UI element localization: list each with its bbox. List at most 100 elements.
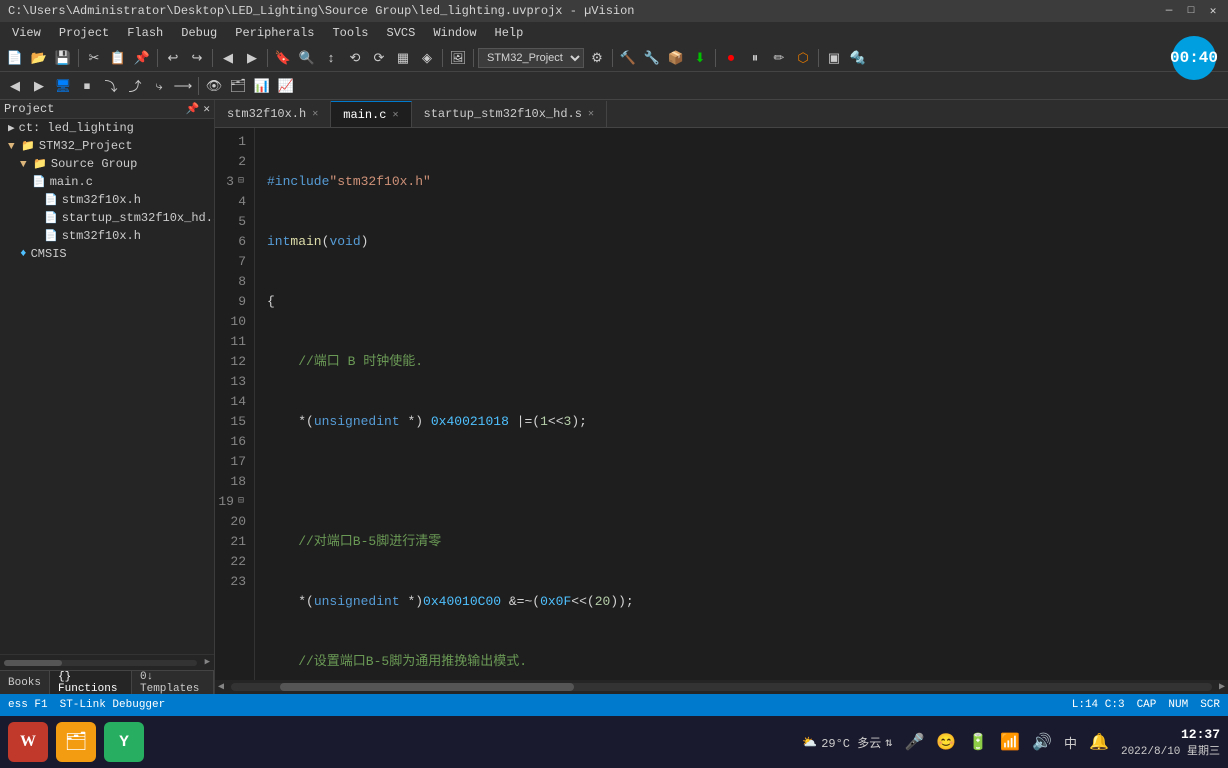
menu-peripherals[interactable]: Peripherals: [227, 24, 322, 42]
menu-view[interactable]: View: [4, 24, 49, 42]
menu-svcs[interactable]: SVCS: [379, 24, 424, 42]
nav-back-btn[interactable]: ◀: [217, 47, 239, 69]
sidebar-scroll-controls: ▶: [0, 654, 214, 670]
nav-fwd-btn[interactable]: ▶: [241, 47, 263, 69]
target-select[interactable]: STM32_Project: [478, 48, 584, 68]
taskbar-wps-btn[interactable]: W: [8, 722, 48, 762]
perf-btn[interactable]: 📈: [275, 75, 297, 97]
img-btn[interactable]: 🖼: [447, 47, 469, 69]
code-line-2: int main(void): [267, 232, 1228, 252]
scroll-right-arrow[interactable]: ▶: [201, 655, 214, 670]
tree-item-source-group[interactable]: ▼ 📁 Source Group: [0, 155, 214, 173]
hscroll-track[interactable]: [231, 683, 1212, 691]
tab-close-main-c[interactable]: ✕: [392, 109, 398, 121]
tree-label-startup: startup_stm32f10x_hd.s: [62, 211, 214, 225]
sidebar-tab-templates[interactable]: 0↓ Templates: [132, 671, 214, 694]
reg-btn[interactable]: 📊: [251, 75, 273, 97]
tree-item-stm32-project[interactable]: ▼ 📁 STM32_Project: [0, 137, 214, 155]
battery-icon[interactable]: 🔋: [968, 732, 988, 752]
step-over[interactable]: ⤴: [124, 75, 146, 97]
tree-item-main-c[interactable]: 📄 main.c: [0, 173, 214, 191]
code-editor[interactable]: 1 2 3⊟ 4 5 6 7 8 9 10 11 12 13 14 15 16: [215, 128, 1228, 680]
tree-item-stm32h2[interactable]: 📄 stm32f10x.h: [0, 227, 214, 245]
notification-icon[interactable]: 🔔: [1089, 732, 1109, 752]
sep4: [267, 49, 268, 67]
mic-icon[interactable]: 🎤: [904, 732, 924, 752]
load-btn2[interactable]: 🖥: [52, 75, 74, 97]
open-btn[interactable]: 📂: [28, 47, 50, 69]
menu-debug[interactable]: Debug: [173, 24, 225, 42]
cut-btn[interactable]: ✂: [83, 47, 105, 69]
menu-help[interactable]: Help: [487, 24, 532, 42]
menu-window[interactable]: Window: [425, 24, 484, 42]
sidebar-tab-functions[interactable]: {} Functions: [50, 671, 132, 694]
memory-btn[interactable]: 🗂: [227, 75, 249, 97]
wifi-icon[interactable]: 📶: [1000, 732, 1020, 752]
run-cursor[interactable]: ⟶: [172, 75, 194, 97]
lang-icon[interactable]: 中: [1064, 733, 1077, 752]
sidebar-close-icon[interactable]: ✕: [203, 102, 210, 116]
more3-btn[interactable]: ▦: [392, 47, 414, 69]
sidebar-title: Project: [4, 102, 54, 116]
more4-btn[interactable]: ◈: [416, 47, 438, 69]
stop-btn[interactable]: ⏹: [76, 75, 98, 97]
hscroll-thumb[interactable]: [280, 683, 574, 691]
watch-btn[interactable]: 👁: [203, 75, 225, 97]
taskbar-files-btn[interactable]: 🗂: [56, 722, 96, 762]
debug-circle-btn[interactable]: ⏸: [744, 47, 766, 69]
close-btn[interactable]: ✕: [1206, 4, 1220, 18]
ref-btn[interactable]: ↕: [320, 47, 342, 69]
minimize-btn[interactable]: —: [1162, 4, 1176, 18]
display-btn[interactable]: ▣: [823, 47, 845, 69]
show-btn1[interactable]: ◀: [4, 75, 26, 97]
settings-btn[interactable]: 🔩: [847, 47, 869, 69]
titlebar-controls: — □ ✕: [1162, 4, 1220, 18]
step-out[interactable]: ⤷: [148, 75, 170, 97]
tab-main-c[interactable]: main.c ✕: [331, 101, 411, 127]
tab-stm32h[interactable]: stm32f10x.h ✕: [215, 101, 331, 127]
tree-item-stm32h1[interactable]: 📄 stm32f10x.h: [0, 191, 214, 209]
load-btn[interactable]: ⬇: [689, 47, 711, 69]
tab-close-stm32h[interactable]: ✕: [312, 108, 318, 120]
weather-temp: 29°C 多云: [821, 734, 881, 751]
volume-icon[interactable]: 🔊: [1032, 732, 1052, 752]
maximize-btn[interactable]: □: [1184, 4, 1198, 18]
tree-item-cmsis[interactable]: ♦ CMSIS: [0, 245, 214, 263]
menu-tools[interactable]: Tools: [324, 24, 376, 42]
sidebar-pin-icon[interactable]: 📌: [186, 102, 200, 116]
menu-project[interactable]: Project: [51, 24, 117, 42]
paste-btn[interactable]: 📌: [131, 47, 153, 69]
debug-pen-btn[interactable]: ✏: [768, 47, 790, 69]
tree-item-startup[interactable]: 📄 startup_stm32f10x_hd.s: [0, 209, 214, 227]
build-btn[interactable]: 🔨: [617, 47, 639, 69]
target-opt-btn[interactable]: ⚙: [586, 47, 608, 69]
menu-flash[interactable]: Flash: [119, 24, 171, 42]
copy-btn[interactable]: 📋: [107, 47, 129, 69]
redo-btn[interactable]: ↪: [186, 47, 208, 69]
tree-item-project-root[interactable]: ▶ ct: led_lighting: [0, 119, 214, 137]
horizontal-scrollbar[interactable]: ◀ ▶: [215, 680, 1228, 694]
debug-mode-btn[interactable]: ⬡: [792, 47, 814, 69]
emoji-icon[interactable]: 😊: [936, 732, 956, 752]
sidebar-tab-books[interactable]: Books: [0, 671, 50, 694]
taskbar-note-btn[interactable]: Y: [104, 722, 144, 762]
tab-startup[interactable]: startup_stm32f10x_hd.s ✕: [412, 101, 607, 127]
debug-start-btn[interactable]: ⏺: [720, 47, 742, 69]
bookmark-btn[interactable]: 🔖: [272, 47, 294, 69]
find-btn[interactable]: 🔍: [296, 47, 318, 69]
save-btn[interactable]: 💾: [52, 47, 74, 69]
step-into[interactable]: ⤵: [100, 75, 122, 97]
hscroll-left-arrow[interactable]: ◀: [215, 681, 227, 693]
tab-label-main-c: main.c: [343, 108, 386, 122]
new-file-btn[interactable]: 📄: [4, 47, 26, 69]
more2-btn[interactable]: ⟳: [368, 47, 390, 69]
show-btn2[interactable]: ▶: [28, 75, 50, 97]
undo-btn[interactable]: ↩: [162, 47, 184, 69]
tab-close-startup[interactable]: ✕: [588, 108, 594, 120]
batch-btn[interactable]: 📦: [665, 47, 687, 69]
hscroll-right-arrow[interactable]: ▶: [1216, 681, 1228, 693]
tree-label-cmsis: CMSIS: [31, 247, 67, 261]
code-content[interactable]: #include "stm32f10x.h" int main(void) { …: [255, 128, 1228, 680]
rebuild-btn[interactable]: 🔧: [641, 47, 663, 69]
more1-btn[interactable]: ⟲: [344, 47, 366, 69]
